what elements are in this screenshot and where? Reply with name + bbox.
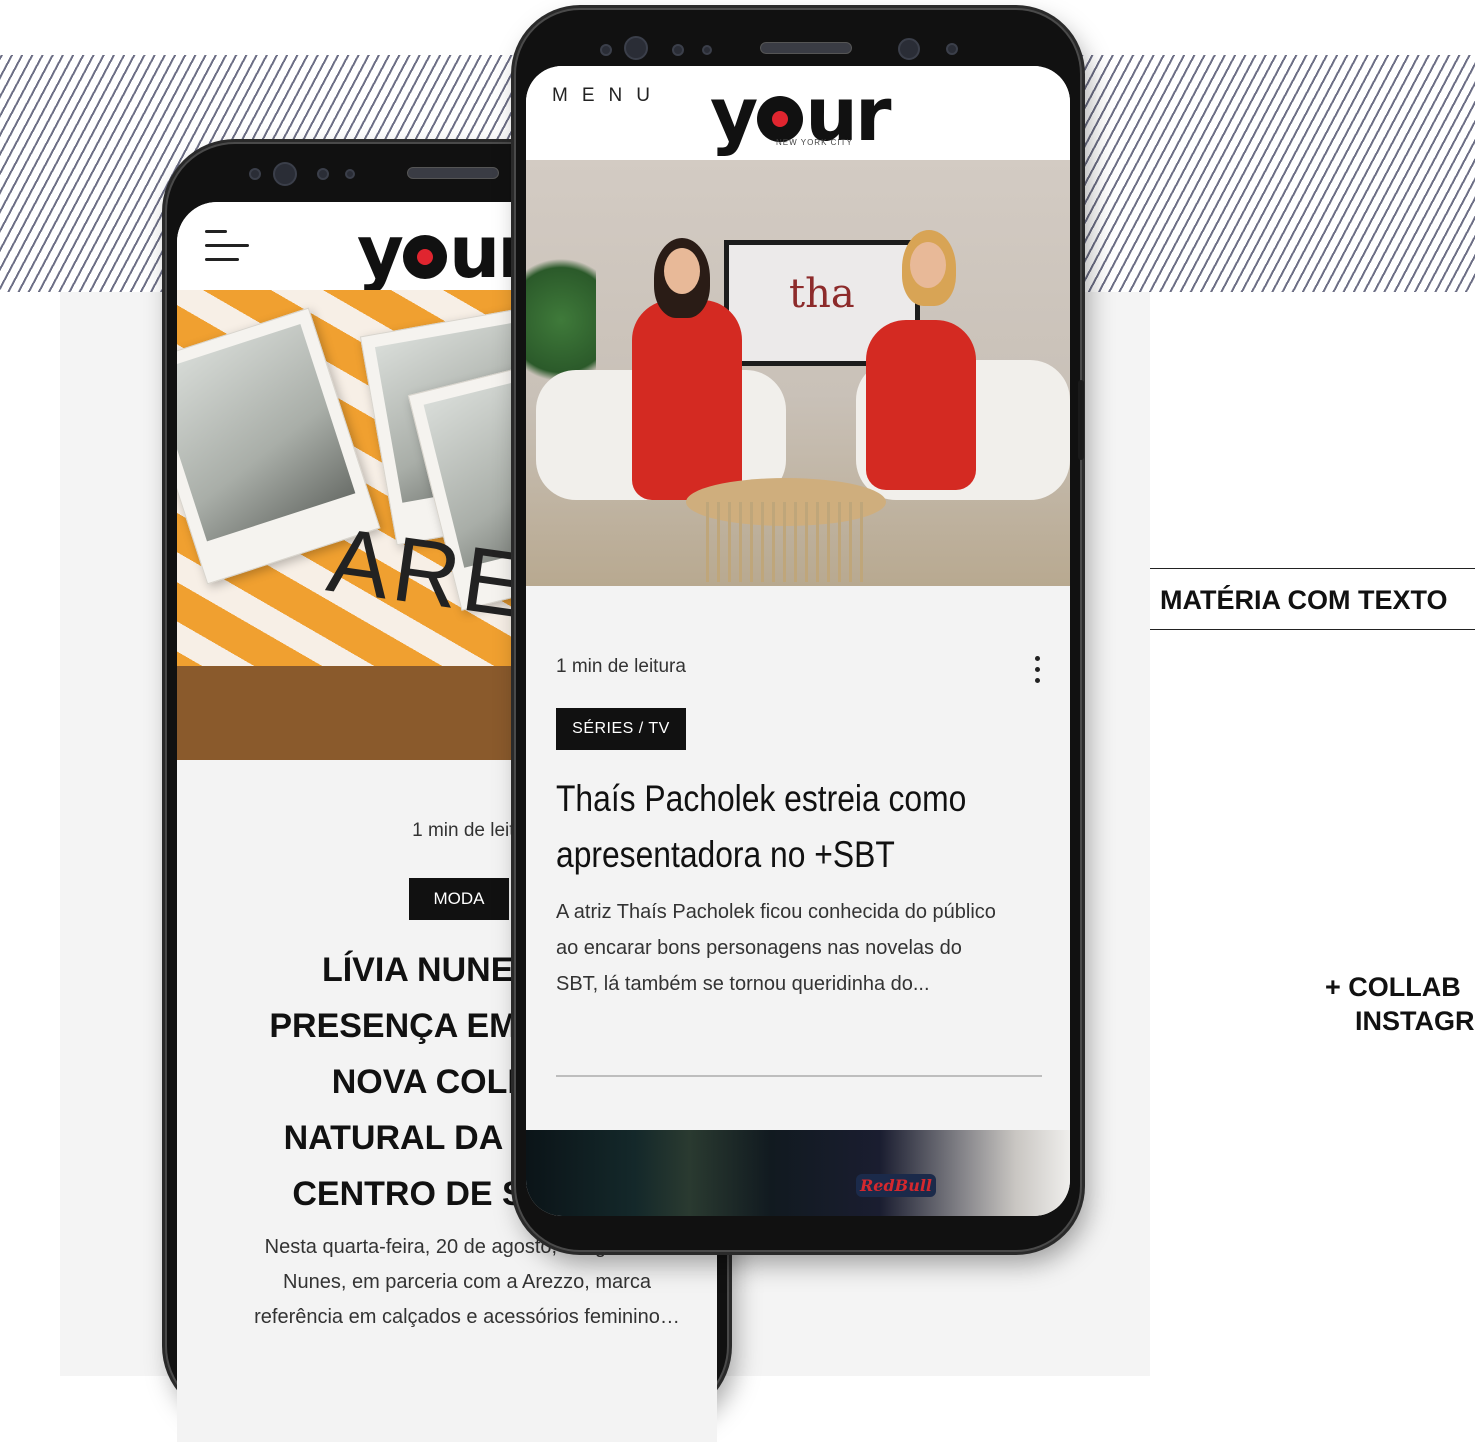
phone-front: MENU y ur NEW YORK CITY tha 1 min de leit…	[514, 8, 1084, 1252]
sensor-dot	[600, 44, 612, 56]
phone-front-sensors	[516, 10, 1080, 66]
speaker-grille	[407, 167, 499, 179]
iris-scanner-icon	[898, 38, 920, 60]
sensor-dot	[672, 44, 684, 56]
back-category-tag[interactable]: MODA	[409, 878, 509, 920]
article-divider	[556, 1075, 1042, 1077]
front-article-excerpt: A atriz Thaís Pacholek ficou conhecida d…	[556, 894, 1056, 1002]
redbull-cap-logo: RedBull	[856, 1174, 936, 1197]
back-read-time: 1 min de leitura	[412, 820, 542, 841]
front-site-header: MENU y ur NEW YORK CITY	[526, 66, 1070, 160]
back-site-logo[interactable]: yur	[357, 210, 533, 294]
power-button	[1078, 380, 1084, 460]
title-line: Thaís Pacholek estreia como	[556, 778, 967, 819]
front-category-tag[interactable]: SÉRIES / TV	[556, 708, 686, 750]
speaker-grille	[760, 42, 852, 54]
person-right	[866, 320, 976, 490]
front-camera-icon	[273, 162, 297, 186]
next-article-image[interactable]	[526, 1130, 1070, 1216]
section-label-box: MATÉRIA COM TEXTO	[1150, 568, 1475, 630]
excerpt-line: ao encarar bons personagens nas novelas …	[556, 937, 962, 959]
sensor-dot	[317, 168, 329, 180]
phone-front-screen: MENU y ur NEW YORK CITY tha 1 min de leit…	[526, 66, 1070, 1216]
face	[910, 242, 946, 288]
sensor-dot	[345, 169, 355, 179]
sensor-dot	[249, 168, 261, 180]
excerpt-line: SBT, lá também se tornou queridinha do..…	[556, 973, 930, 995]
sensor-dot	[946, 43, 958, 55]
front-article-image[interactable]: tha	[526, 160, 1070, 586]
menu-button[interactable]: MENU	[552, 84, 650, 108]
coffee-table-base	[706, 502, 866, 582]
front-read-time: 1 min de leitura	[556, 656, 686, 677]
collab-line1: + COLLAB	[1325, 972, 1461, 1002]
collab-label: + COLLAB INSTAGRAM	[1325, 970, 1475, 1038]
person-left	[632, 300, 742, 500]
title-line: apresentadora no +SBT	[556, 834, 895, 875]
excerpt-line: referência em calçados e acessórios femi…	[254, 1306, 680, 1328]
face	[664, 248, 700, 294]
front-article-title[interactable]: Thaís Pacholek estreia como apresentador…	[556, 771, 986, 883]
more-options-icon[interactable]	[1032, 656, 1042, 686]
collab-line2: INSTAGRAM	[1355, 1006, 1475, 1036]
excerpt-line: A atriz Thaís Pacholek ficou conhecida d…	[556, 901, 996, 923]
front-camera-icon	[624, 36, 648, 60]
logo-subtitle: NEW YORK CITY	[776, 138, 853, 147]
section-label: MATÉRIA COM TEXTO	[1160, 585, 1448, 615]
tv-logo: tha	[789, 271, 855, 317]
excerpt-line: Nunes, em parceria com a Arezzo, marca	[283, 1271, 651, 1293]
hamburger-menu-icon[interactable]	[205, 230, 249, 266]
sensor-dot	[702, 45, 712, 55]
